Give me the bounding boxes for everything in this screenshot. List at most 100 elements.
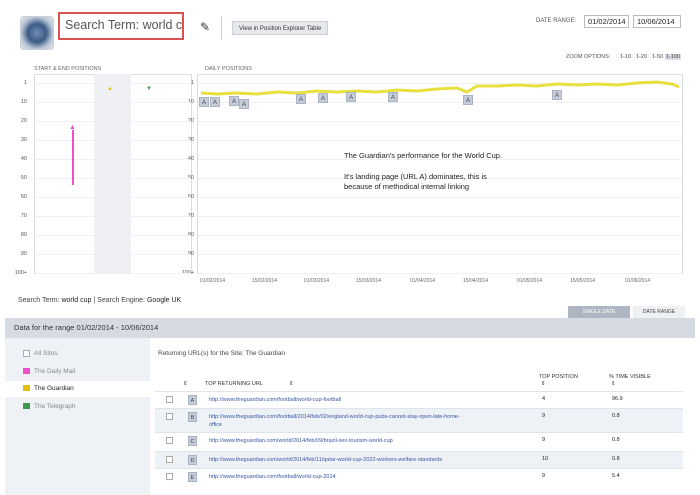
date-end-field[interactable]: 10/06/2014	[633, 15, 681, 28]
row-top-position: 9	[542, 437, 546, 443]
site-label: The Telegraph	[34, 403, 76, 410]
url-flag-a[interactable]: A	[388, 92, 399, 102]
row-url-link[interactable]: http://www.theguardian.com/world/2014/fe…	[209, 456, 529, 464]
url-flag-a[interactable]: A	[296, 94, 307, 104]
row-url-link[interactable]: http://www.theguardian.com/world/2014/fe…	[209, 437, 529, 445]
grid-line	[35, 121, 191, 122]
row-letter-badge: A	[188, 395, 197, 405]
daily-mail-position-line	[72, 130, 74, 185]
row-checkbox[interactable]	[166, 413, 173, 420]
sort-icon[interactable]: ⇕	[541, 381, 546, 387]
url-flag-a[interactable]: A	[239, 99, 250, 109]
url-text-continued[interactable]: office	[209, 421, 529, 429]
sort-icon[interactable]: ⇕	[289, 381, 294, 387]
y-tick-label: 50	[20, 175, 27, 181]
row-top-position: 9	[542, 413, 546, 419]
url-text[interactable]: http://www.theguardian.com/football/2014…	[209, 413, 529, 421]
row-checkbox[interactable]	[166, 456, 173, 463]
row-letter-badge: C	[188, 436, 197, 446]
x-tick-label: 01/02/2014	[200, 278, 226, 284]
view-position-explorer-button[interactable]: View in Position Explorer Table	[232, 21, 329, 35]
zoom-option-1-50[interactable]: 1-50	[652, 54, 663, 60]
row-separator	[155, 408, 683, 409]
site-item-guardian[interactable]: The Guardian	[23, 385, 74, 392]
y-tick-label: 70	[20, 213, 27, 219]
row-time-visible: 0.8	[612, 413, 620, 419]
site-color-swatch	[23, 368, 30, 375]
search-term-label: Search Term:	[18, 297, 60, 304]
row-url-link[interactable]: http://www.theguardian.com/football/2014…	[209, 413, 529, 429]
site-color-swatch	[23, 403, 30, 410]
row-letter-badge: D	[188, 455, 197, 465]
info-separator: |	[93, 297, 96, 304]
end-position-marker: ▼	[146, 86, 152, 92]
y-tick-label: 10	[20, 99, 27, 105]
url-text[interactable]: http://www.theguardian.com/world/2014/fe…	[209, 437, 529, 445]
row-checkbox[interactable]	[166, 396, 173, 403]
row-url-link[interactable]: http://www.theguardian.com/football/worl…	[209, 396, 529, 404]
daily-positions-title: DAILY POSITIONS	[205, 66, 252, 72]
sort-icon[interactable]: ⇕	[611, 381, 616, 387]
row-checkbox[interactable]	[166, 473, 173, 480]
url-flag-a[interactable]: A	[318, 93, 329, 103]
url-text[interactable]: http://www.theguardian.com/football/worl…	[209, 396, 529, 404]
grid-line	[35, 83, 191, 84]
url-flag-a[interactable]: A	[199, 97, 210, 107]
grid-line	[35, 140, 191, 141]
zoom-option-1-20[interactable]: 1-20	[636, 54, 647, 60]
x-tick-label: 01/05/2014	[517, 278, 543, 284]
row-checkbox[interactable]	[166, 437, 173, 444]
header-divider	[221, 16, 222, 40]
start-position-marker: ▲	[107, 86, 113, 92]
row-separator	[155, 391, 683, 392]
row-top-position: 4	[542, 396, 546, 402]
zoom-option-1-100[interactable]: 1-100	[665, 54, 682, 60]
start-end-highlight-band	[94, 74, 131, 274]
date-start-field[interactable]: 01/02/2014	[584, 15, 629, 28]
site-label: The Daily Mail	[34, 368, 76, 375]
sort-icon[interactable]: ⇕	[183, 381, 188, 387]
date-range-button[interactable]: DATE RANGE	[633, 306, 685, 318]
x-tick-label: 01/03/2014	[304, 278, 330, 284]
single-date-button[interactable]: SINGLE DATE	[568, 306, 630, 318]
x-tick-label: 01/04/2014	[410, 278, 436, 284]
row-url-link[interactable]: http://www.theguardian.com/football/worl…	[209, 473, 529, 481]
site-item-all[interactable]: All Sites	[23, 350, 57, 357]
search-engine-value: Google UK	[146, 297, 182, 304]
url-text[interactable]: http://www.theguardian.com/world/2014/fe…	[209, 456, 529, 464]
url-flag-a[interactable]: A	[346, 92, 357, 102]
row-time-visible: 5.4	[612, 473, 620, 479]
grid-line	[35, 235, 191, 236]
site-label: The Guardian	[34, 385, 74, 392]
url-text[interactable]: http://www.theguardian.com/football/worl…	[209, 473, 529, 481]
url-flag-a[interactable]: A	[210, 97, 221, 107]
column-header-position[interactable]: TOP POSITION	[539, 374, 578, 380]
y-tick-label: 40	[20, 156, 27, 162]
returning-urls-label: Returning URL(s) for the Site: The Guard…	[158, 350, 286, 357]
range-text: Data for the range 01/02/2014 - 10/06/20…	[14, 323, 159, 332]
y-tick-label: 60	[20, 194, 27, 200]
grid-line	[35, 254, 191, 255]
url-flag-a[interactable]: A	[552, 90, 563, 100]
grid-line	[35, 159, 191, 160]
grid-line	[35, 197, 191, 198]
site-label: All Sites	[34, 350, 58, 358]
site-color-swatch	[23, 385, 30, 392]
column-header-visible[interactable]: % TIME VISIBLE	[609, 374, 651, 380]
y-tick-label: 20	[20, 118, 27, 124]
zoom-option-1-10[interactable]: 1-10	[620, 54, 631, 60]
edit-icon[interactable]: ✎	[200, 20, 210, 34]
checkbox-icon[interactable]	[23, 350, 30, 357]
annotation-text: The Guardian's performance for the World…	[344, 151, 503, 160]
date-range-label: DATE RANGE:	[536, 18, 577, 24]
column-header-url[interactable]: TOP RETURNING URL	[205, 381, 263, 387]
url-flag-a[interactable]: A	[463, 95, 474, 105]
url-flag-a[interactable]: A	[229, 96, 240, 106]
start-end-positions-title: START & END POSITIONS	[34, 66, 102, 72]
search-term-value: world cup	[61, 297, 92, 304]
row-time-visible: 0.8	[612, 456, 620, 462]
row-separator	[155, 468, 683, 469]
site-item-telegraph[interactable]: The Telegraph	[23, 403, 75, 410]
row-time-visible: 0.8	[612, 437, 620, 443]
site-item-daily-mail[interactable]: The Daily Mail	[23, 368, 75, 375]
